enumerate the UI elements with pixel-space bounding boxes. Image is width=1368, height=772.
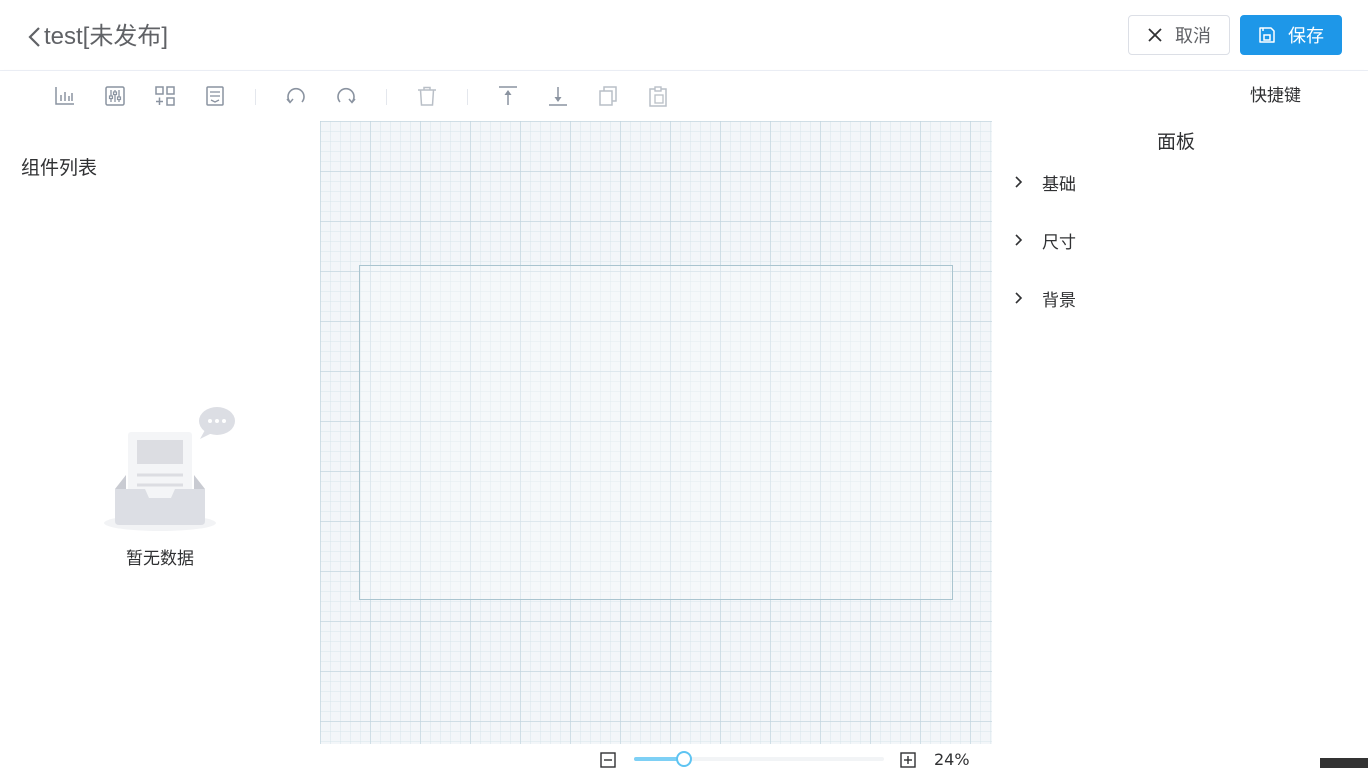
section-basic[interactable]: 基础 bbox=[1012, 168, 1076, 196]
form-icon bbox=[206, 86, 224, 106]
chart-icon bbox=[55, 87, 74, 105]
zoom-percent: 24% bbox=[934, 750, 970, 769]
back-button[interactable]: test[未发布] bbox=[24, 20, 168, 54]
paste-button[interactable] bbox=[647, 85, 669, 107]
design-canvas[interactable] bbox=[320, 121, 992, 744]
artboard[interactable] bbox=[359, 265, 953, 600]
section-size[interactable]: 尺寸 bbox=[1012, 226, 1076, 254]
redo-button[interactable] bbox=[335, 85, 357, 107]
toolbar-divider bbox=[255, 89, 256, 105]
zoom-in-button[interactable] bbox=[900, 752, 916, 768]
chevron-right-icon bbox=[1015, 176, 1023, 188]
redo-icon bbox=[337, 87, 356, 104]
empty-illustration bbox=[100, 405, 240, 535]
component-tool-button[interactable] bbox=[154, 85, 176, 107]
move-top-button[interactable] bbox=[497, 85, 519, 107]
zoom-out-button[interactable] bbox=[600, 752, 616, 768]
chart-tool-button[interactable] bbox=[54, 85, 76, 107]
plus-square-icon bbox=[900, 752, 916, 768]
toolbar-divider bbox=[467, 89, 468, 105]
shortcut-button[interactable]: 快捷键 bbox=[1250, 85, 1301, 107]
save-icon bbox=[1259, 27, 1275, 43]
cancel-button[interactable]: 取消 bbox=[1128, 15, 1230, 55]
toolbar-divider bbox=[386, 89, 387, 105]
form-tool-button[interactable] bbox=[204, 85, 226, 107]
save-label: 保存 bbox=[1288, 26, 1324, 47]
toolbar: 快捷键 bbox=[0, 71, 1368, 121]
move-bottom-icon bbox=[549, 87, 567, 106]
zoom-bar: 24% bbox=[320, 744, 992, 769]
close-icon bbox=[1148, 28, 1162, 42]
panel-title: 组件列表 bbox=[21, 157, 98, 179]
copy-button[interactable] bbox=[597, 85, 619, 107]
move-bottom-button[interactable] bbox=[547, 85, 569, 107]
delete-button[interactable] bbox=[416, 85, 438, 107]
move-top-icon bbox=[499, 86, 517, 105]
page-title: test[未发布] bbox=[44, 23, 169, 50]
sliders-icon bbox=[105, 86, 125, 106]
filter-tool-button[interactable] bbox=[104, 85, 126, 107]
chevron-right-icon bbox=[1015, 292, 1023, 304]
empty-text: 暂无数据 bbox=[126, 549, 194, 569]
paste-icon bbox=[649, 86, 667, 107]
page-header: test[未发布] 取消 保存 bbox=[0, 0, 1368, 71]
section-label: 背景 bbox=[1042, 290, 1076, 311]
section-label: 尺寸 bbox=[1042, 232, 1076, 253]
minus-square-icon bbox=[600, 752, 616, 768]
empty-inbox-icon bbox=[104, 407, 235, 531]
undo-button[interactable] bbox=[285, 85, 307, 107]
component-list-panel: 组件列表 暂无数据 bbox=[0, 121, 320, 768]
panel-title: 面板 bbox=[992, 127, 1368, 154]
cancel-label: 取消 bbox=[1175, 26, 1211, 47]
section-label: 基础 bbox=[1042, 174, 1076, 195]
properties-panel: 面板 基础 尺寸 背景 bbox=[992, 121, 1368, 768]
zoom-slider[interactable] bbox=[634, 751, 884, 767]
corner-widget bbox=[1320, 758, 1368, 768]
panel-title-text: 面板 bbox=[1156, 131, 1195, 153]
zoom-slider-thumb[interactable] bbox=[676, 751, 692, 767]
section-background[interactable]: 背景 bbox=[1012, 284, 1076, 312]
save-button[interactable]: 保存 bbox=[1240, 15, 1342, 55]
chevron-left-icon bbox=[28, 27, 40, 47]
add-grid-icon bbox=[155, 86, 175, 106]
chevron-right-icon bbox=[1015, 234, 1023, 246]
delete-icon bbox=[418, 86, 436, 106]
copy-icon bbox=[599, 86, 617, 106]
undo-icon bbox=[286, 87, 305, 104]
